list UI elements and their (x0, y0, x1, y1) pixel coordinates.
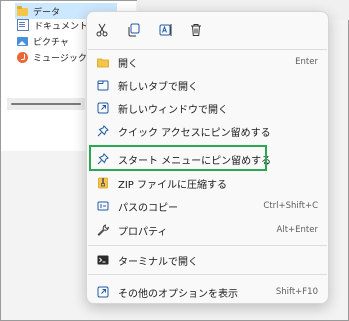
highlight-box (89, 145, 267, 171)
terminal-icon (97, 254, 109, 266)
scissors-icon (96, 23, 108, 37)
music-icon (17, 51, 28, 63)
folder-open-icon (97, 56, 109, 68)
menu-item-label: 新しいタブで開く (118, 81, 198, 93)
menu-item-label: その他のオプションを表示 (118, 288, 238, 300)
nav-item-music[interactable]: ミュージック (17, 49, 87, 65)
menu-item-shortcut: Enter (295, 57, 318, 67)
copy-icon (128, 23, 140, 37)
menu-divider (88, 49, 327, 50)
delete-button[interactable] (187, 21, 205, 39)
nav-item-label: ドキュメント (34, 21, 89, 32)
trash-icon (191, 24, 201, 36)
menu-divider (88, 245, 327, 246)
nav-item-documents[interactable]: ドキュメント (17, 17, 88, 33)
menu-item-shortcut: Ctrl+Shift+C (263, 201, 318, 211)
menu-item-pin-quick-access[interactable]: クイック アクセスにピン留めする (91, 120, 324, 142)
menu-item-properties[interactable]: プロパティ Alt+Enter (91, 219, 324, 241)
pin-icon (97, 125, 109, 137)
wrench-icon (97, 224, 109, 236)
menu-item-shortcut: Shift+F10 (275, 287, 318, 297)
menu-item-open-terminal[interactable]: ターミナルで開く (91, 249, 324, 271)
copy-button[interactable] (125, 21, 143, 39)
nav-item-pictures[interactable]: ピクチャ (17, 33, 69, 49)
menu-divider (88, 274, 327, 275)
context-menu-toolbar (87, 12, 328, 48)
more-options-icon (97, 286, 109, 298)
rename-icon (159, 24, 172, 36)
menu-item-label: 新しいウィンドウで開く (118, 104, 228, 116)
nav-item-label: データ (33, 7, 61, 18)
menu-item-compress-zip[interactable]: ZIP ファイルに圧縮する (91, 172, 324, 194)
menu-item-copy-path[interactable]: パスのコピー Ctrl+Shift+C (91, 195, 324, 217)
documents-icon (17, 19, 29, 31)
copy-path-icon (97, 200, 109, 212)
scrollbar-thumb[interactable] (11, 103, 81, 105)
menu-item-label: 開く (118, 58, 138, 70)
menu-item-more-options[interactable]: その他のオプションを表示 Shift+F10 (91, 281, 324, 303)
pictures-icon (17, 36, 28, 46)
folder-icon (17, 6, 28, 16)
menu-item-shortcut: Alt+Enter (276, 225, 318, 235)
menu-item-open-new-tab[interactable]: 新しいタブで開く (91, 74, 324, 96)
new-tab-icon (97, 79, 109, 91)
zip-icon (97, 177, 109, 189)
new-window-icon (97, 102, 109, 114)
menu-item-label: パスのコピー (118, 202, 178, 214)
menu-item-label: ZIP ファイルに圧縮する (118, 179, 228, 191)
menu-item-label: プロパティ (118, 226, 168, 238)
rename-button[interactable] (157, 21, 175, 39)
menu-item-open-new-window[interactable]: 新しいウィンドウで開く (91, 97, 324, 119)
menu-item-label: クイック アクセスにピン留めする (118, 127, 271, 139)
nav-item-label: ピクチャ (33, 37, 69, 48)
menu-item-open[interactable]: 開く Enter (91, 51, 324, 73)
menu-item-label: ターミナルで開く (118, 256, 198, 268)
nav-item-label: ミュージック (33, 53, 87, 64)
cut-button[interactable] (93, 21, 111, 39)
